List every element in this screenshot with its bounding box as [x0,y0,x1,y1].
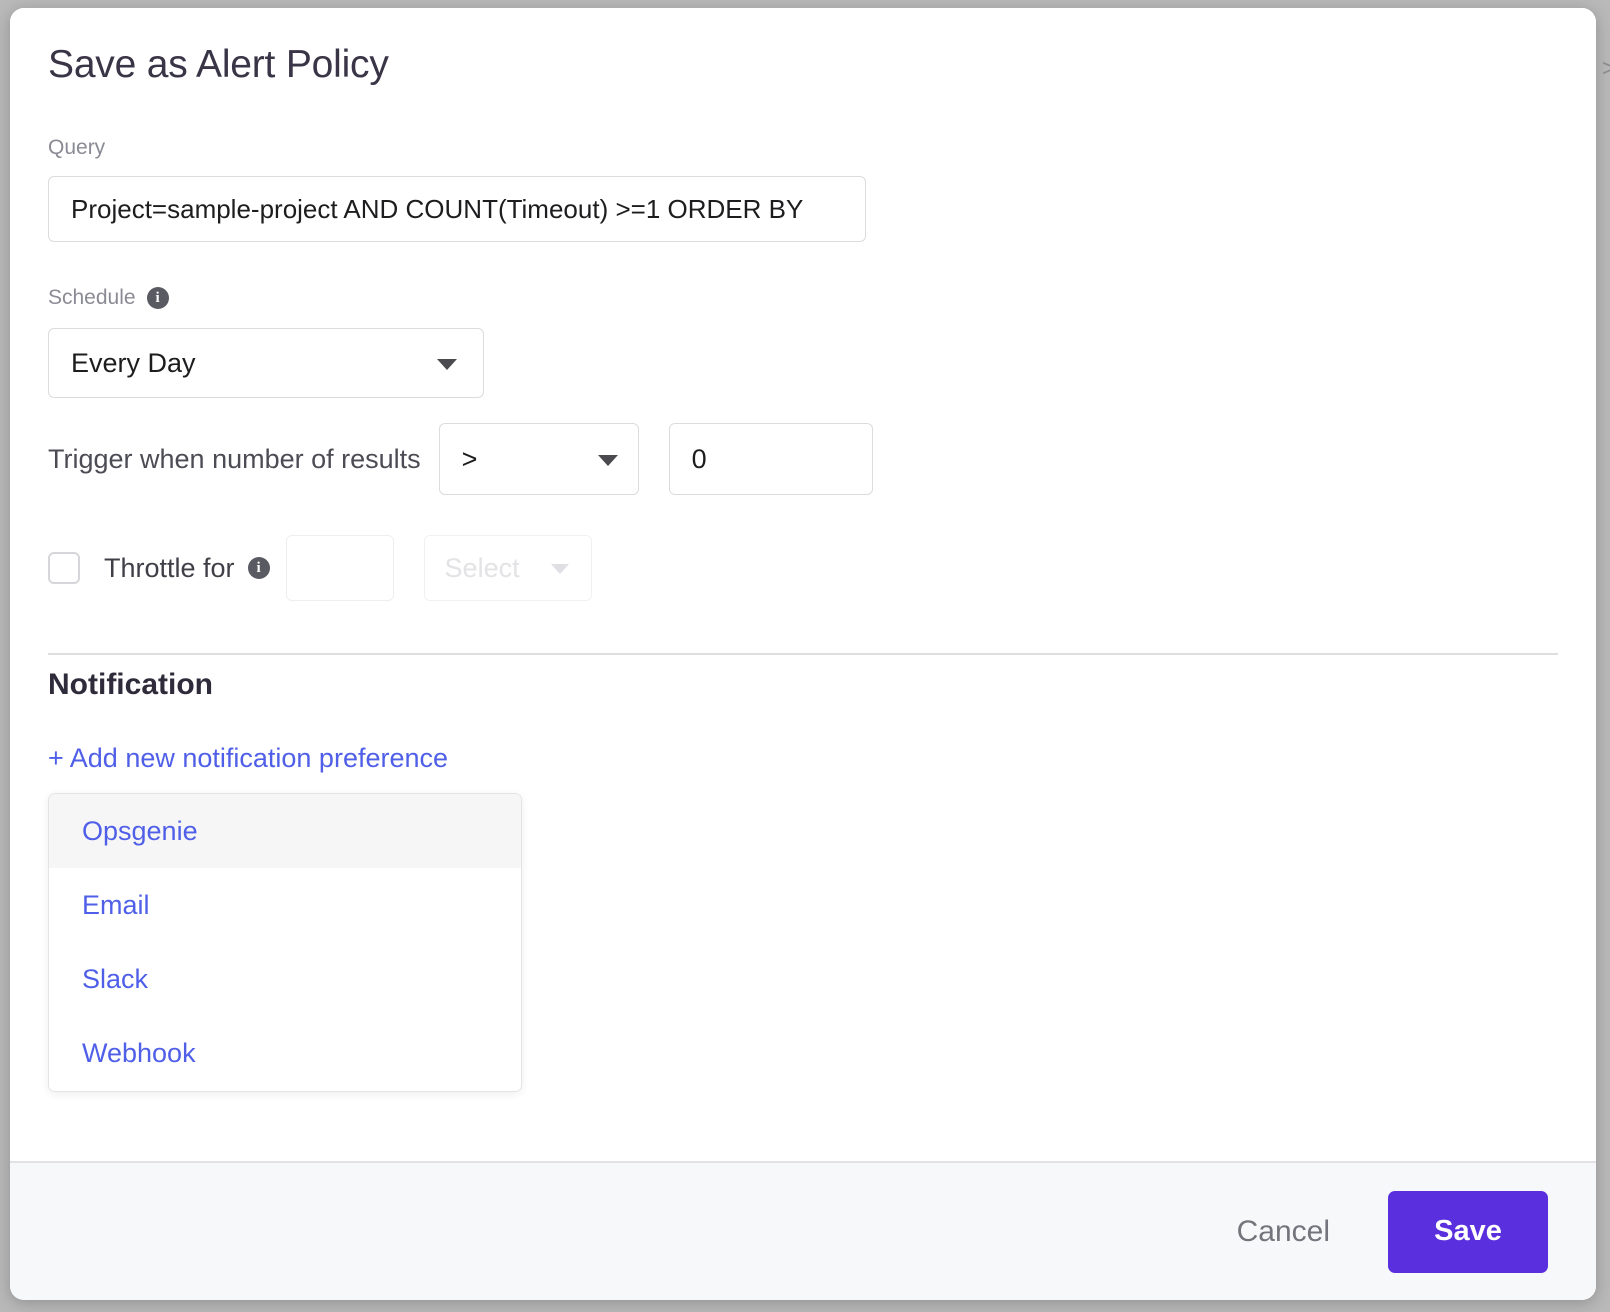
query-field-group: Query [48,136,866,242]
trigger-condition-row: Trigger when number of results > [48,423,873,495]
throttle-label: Throttle for [104,552,235,583]
screen: > Save as Alert Policy Query Schedule i … [0,0,1610,1312]
schedule-select[interactable]: Every Day [48,328,484,398]
throttle-amount-input[interactable] [285,535,394,601]
trigger-operator-select[interactable]: > [438,423,639,495]
add-notification-preference-link[interactable]: + Add new notification preference [48,743,448,774]
throttle-unit-placeholder: Select [444,552,520,583]
dialog-footer: Cancel Save [10,1161,1596,1300]
query-label: Query [48,136,106,159]
schedule-label: Schedule [48,286,136,309]
trigger-operator-value: > [461,443,478,474]
save-as-alert-policy-dialog: Save as Alert Policy Query Schedule i Ev… [10,8,1596,1300]
schedule-field-group: Schedule i Every Day [48,286,484,398]
chevron-down-icon [550,564,569,574]
dialog-title: Save as Alert Policy [48,43,389,86]
chevron-down-icon [597,455,618,466]
notification-options-dropdown: Opsgenie Email Slack Webhook [48,793,522,1092]
query-input[interactable] [48,176,866,242]
dialog-body: Save as Alert Policy Query Schedule i Ev… [10,8,1596,1161]
cancel-button[interactable]: Cancel [1215,1201,1352,1263]
notification-option-email[interactable]: Email [49,868,521,942]
schedule-label-row: Schedule i [48,286,484,310]
throttle-row: Throttle for i Select [48,535,592,601]
notification-heading: Notification [48,668,213,701]
info-icon[interactable]: i [146,287,169,309]
trigger-label: Trigger when number of results [48,443,421,474]
schedule-select-value: Every Day [71,347,196,378]
trigger-threshold-input[interactable] [668,423,873,495]
throttle-unit-select[interactable]: Select [423,535,592,601]
throttle-checkbox[interactable] [48,552,80,584]
info-icon[interactable]: i [247,557,270,579]
chevron-down-icon [437,359,457,370]
notification-option-webhook[interactable]: Webhook [49,1016,521,1090]
section-divider [48,653,1558,655]
notification-option-opsgenie[interactable]: Opsgenie [49,794,521,868]
query-label-row: Query [48,136,866,160]
clipped-page-edge-glyph: > [1602,56,1610,82]
notification-option-slack[interactable]: Slack [49,942,521,1016]
save-button[interactable]: Save [1388,1190,1548,1273]
